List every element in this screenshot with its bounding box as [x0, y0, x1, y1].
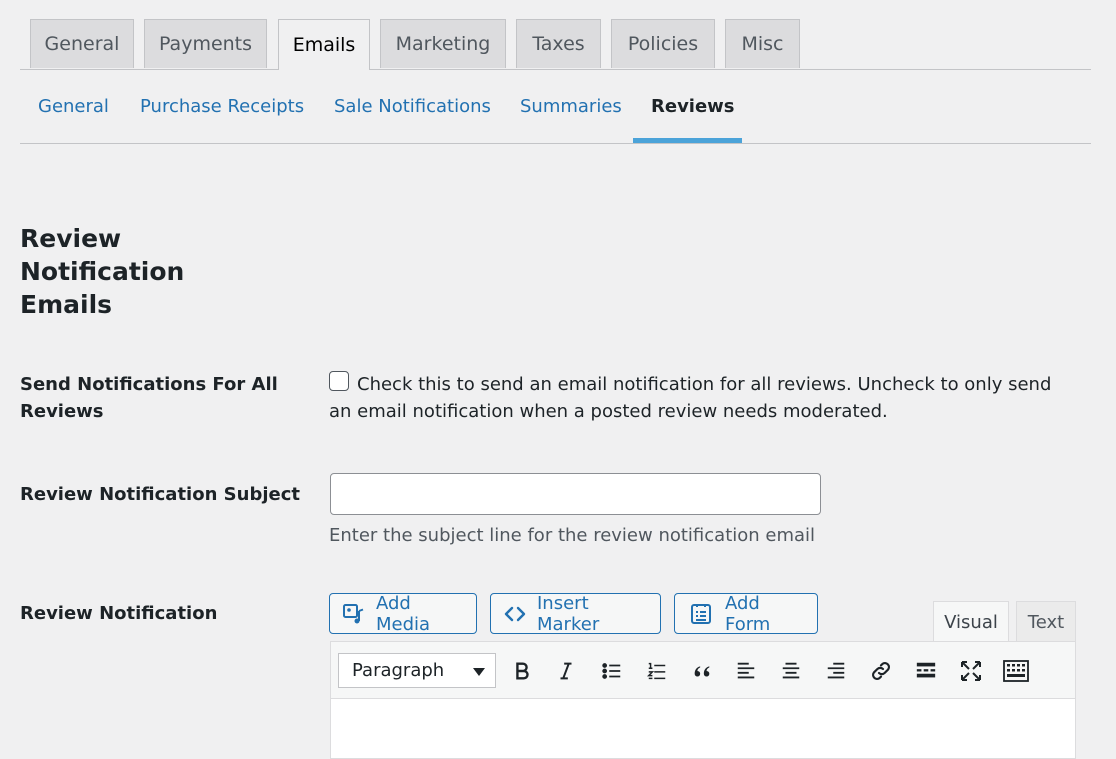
tab-payments[interactable]: Payments: [144, 19, 267, 68]
bullet-list-icon[interactable]: [599, 658, 625, 684]
editor-toolbar: Paragraph: [330, 641, 1076, 699]
numbered-list-icon[interactable]: [644, 658, 670, 684]
toolbar-toggle-icon[interactable]: [1003, 658, 1029, 684]
tab-emails[interactable]: Emails: [278, 19, 370, 70]
add-media-button[interactable]: Add Media: [329, 592, 477, 635]
subtab-reviews[interactable]: Reviews: [651, 96, 735, 117]
italic-icon[interactable]: [553, 658, 579, 684]
subject-help: Enter the subject line for the review no…: [329, 525, 816, 546]
align-right-icon[interactable]: [823, 658, 849, 684]
format-select[interactable]: Paragraph: [338, 653, 496, 688]
tab-general[interactable]: General: [30, 19, 134, 68]
tab-policies[interactable]: Policies: [611, 19, 715, 68]
bold-icon[interactable]: [509, 658, 535, 684]
align-left-icon[interactable]: [733, 658, 759, 684]
align-center-icon[interactable]: [778, 658, 804, 684]
code-icon: [504, 606, 526, 621]
form-icon: [691, 603, 711, 624]
add-form-label: Add Form: [725, 592, 771, 635]
insert-marker-button[interactable]: Insert Marker: [490, 592, 661, 635]
tab-misc[interactable]: Misc: [725, 19, 800, 68]
media-icon: [343, 603, 364, 623]
editor-content-area[interactable]: [330, 699, 1076, 759]
fullscreen-icon[interactable]: [958, 658, 984, 684]
subtab-sale-notifications[interactable]: Sale Notifications: [334, 96, 491, 117]
tab-text[interactable]: Text: [1016, 601, 1076, 642]
subject-input[interactable]: [330, 473, 821, 515]
send-all-description: Check this to send an email notification…: [329, 374, 1052, 422]
sub-tab-bar: General Purchase Receipts Sale Notificat…: [20, 70, 1091, 144]
send-all-label: Send Notifications For All Reviews: [20, 374, 278, 422]
notification-label: Review Notification: [20, 603, 218, 624]
read-more-icon[interactable]: [913, 658, 939, 684]
section-title: Review Notification Emails: [20, 224, 185, 319]
subtab-summaries[interactable]: Summaries: [520, 96, 622, 117]
chevron-down-icon: [473, 668, 485, 676]
link-icon[interactable]: [868, 658, 894, 684]
active-subtab-indicator: [633, 138, 742, 143]
subtab-purchase-receipts[interactable]: Purchase Receipts: [140, 96, 304, 117]
blockquote-icon[interactable]: [689, 658, 715, 684]
tab-marketing[interactable]: Marketing: [380, 19, 506, 68]
tab-visual[interactable]: Visual: [933, 601, 1009, 643]
insert-marker-label: Insert Marker: [537, 592, 600, 635]
subject-label: Review Notification Subject: [20, 484, 300, 505]
subtab-general[interactable]: General: [38, 96, 109, 117]
add-media-label: Add Media: [376, 592, 431, 635]
tab-taxes[interactable]: Taxes: [516, 19, 601, 68]
top-tab-bar: General Payments Emails Marketing Taxes …: [20, 18, 1091, 70]
add-form-button[interactable]: Add Form: [674, 592, 818, 635]
format-select-value: Paragraph: [352, 660, 445, 681]
